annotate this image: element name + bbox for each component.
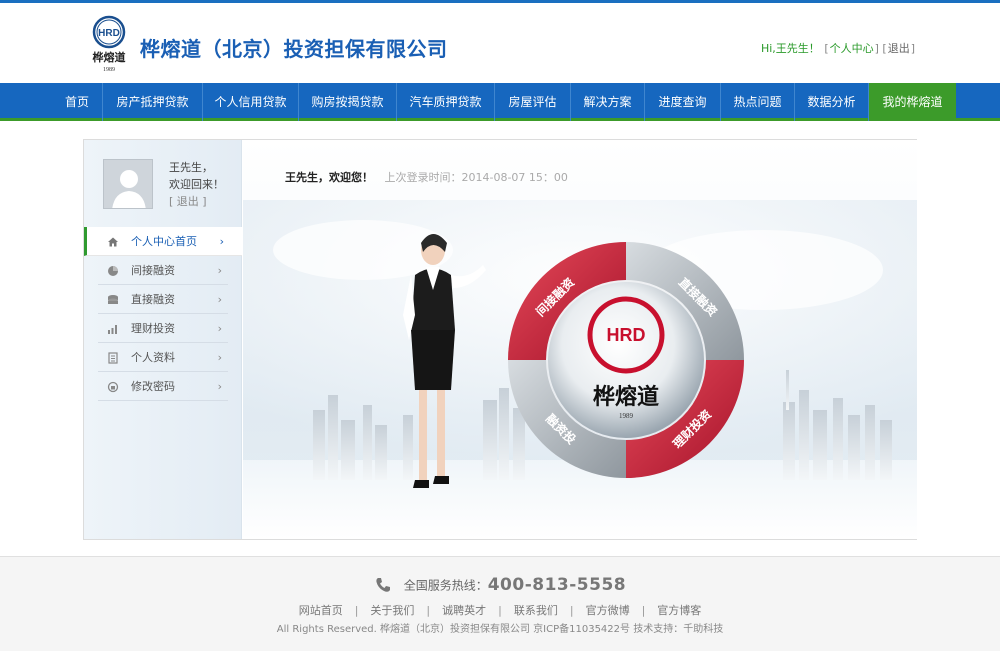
nav-item-0[interactable]: 首页 xyxy=(52,83,102,121)
hotline-number[interactable]: 400-813-5558 xyxy=(488,575,626,595)
finance-ring-graphic: HRD 桦熔道 1989 间接融资 直接融资 理财投资 融资投 xyxy=(508,242,744,478)
company-name: 桦熔道（北京）投资担保有限公司 xyxy=(140,37,448,61)
sidebar-menu: 个人中心首页 › 间接融资 › 直接融资 › 理财投资 › 个人资料 › 修改密码 › xyxy=(84,227,242,401)
phone-icon xyxy=(376,578,390,592)
svg-text:HRD: HRD xyxy=(98,28,120,39)
chevron-right-icon: › xyxy=(217,380,222,393)
svg-text:1989: 1989 xyxy=(103,67,115,73)
sidebar-item-label: 个人资料 xyxy=(131,351,175,364)
hero-illustration: HRD 桦熔道 1989 间接融资 直接融资 理财投资 融资投 xyxy=(243,200,917,488)
nav-item-4[interactable]: 汽车质押贷款 xyxy=(396,83,494,121)
nav-item-2[interactable]: 个人信用贷款 xyxy=(202,83,298,121)
footer-link-separator: | xyxy=(569,604,574,617)
footer-link-0[interactable]: 网站首页 xyxy=(299,604,343,617)
nav-item-6[interactable]: 解决方案 xyxy=(570,83,644,121)
sidebar-item-label: 理财投资 xyxy=(131,322,175,335)
chevron-right-icon: › xyxy=(217,322,222,335)
nav-item-3[interactable]: 购房按揭贷款 xyxy=(298,83,396,121)
user-center-link[interactable]: 个人中心 xyxy=(830,42,874,55)
chevron-right-icon: › xyxy=(217,293,222,306)
welcome-line: 王先生，欢迎您！ 上次登录时间：2014-08-07 15：00 xyxy=(285,169,568,185)
sidebar: 王先生， 欢迎回来！ [ 退出 ] 个人中心首页 › 间接融资 › 直接融资 › 理财投资 ›… xyxy=(84,140,242,539)
site-header: HRD 桦熔道 1989 桦熔道（北京）投资担保有限公司 Hi,王先生！ [个人… xyxy=(0,3,1000,83)
pie-chart-icon xyxy=(108,266,118,276)
ring-logo-year: 1989 xyxy=(619,412,634,420)
nav-item-1[interactable]: 房产抵押贷款 xyxy=(102,83,202,121)
user-greeting: Hi,王先生！ xyxy=(760,42,820,55)
nav-item-7[interactable]: 进度查询 xyxy=(644,83,720,121)
bar-chart-icon xyxy=(108,325,117,334)
nav-item-5[interactable]: 房屋评估 xyxy=(494,83,570,121)
sidebar-item-2[interactable]: 直接融资 › xyxy=(98,285,228,314)
main-nav: 首页 房产抵押贷款 个人信用贷款 购房按揭贷款 汽车质押贷款 房屋评估 解决方案 进度查询 热点… xyxy=(0,83,1000,121)
company-logo[interactable]: HRD 桦熔道 1989 xyxy=(88,15,130,73)
sidebar-item-label: 直接融资 xyxy=(131,293,175,306)
sidebar-item-3[interactable]: 理财投资 › xyxy=(98,314,228,343)
main-content: HRD 桦熔道 1989 间接融资 直接融资 理财投资 融资投 王先生，欢迎您！… xyxy=(243,140,917,539)
sidebar-user-name: 王先生， xyxy=(169,161,213,174)
sidebar-welcome-back: 欢迎回来！ xyxy=(169,178,224,191)
sidebar-item-1[interactable]: 间接融资 › xyxy=(98,256,228,285)
home-icon xyxy=(108,237,118,247)
hotline: 全国服务热线：400-813-5558 xyxy=(0,575,1000,595)
site-footer: 全国服务热线：400-813-5558 网站首页 | 关于我们 | 诚聘英才 | 联系我们 |… xyxy=(0,557,1000,651)
user-links: Hi,王先生！ [个人中心] [退出] xyxy=(760,42,915,55)
user-silhouette-icon xyxy=(104,160,152,208)
copyright: All Rights Reserved. 桦熔道（北京）投资担保有限公司 京IC… xyxy=(276,624,724,635)
footer-link-separator: | xyxy=(641,604,646,617)
sidebar-greeting: 王先生， 欢迎回来！ [ 退出 ] xyxy=(169,159,224,210)
welcome-text: 王先生，欢迎您！ xyxy=(285,171,373,184)
footer-link-separator: | xyxy=(354,604,359,617)
sidebar-item-5[interactable]: 修改密码 › xyxy=(98,372,228,401)
nav-items: 首页 房产抵押贷款 个人信用贷款 购房按揭贷款 汽车质押贷款 房屋评估 解决方案 进度查询 热点… xyxy=(52,83,956,121)
chevron-right-icon: › xyxy=(219,235,224,248)
sidebar-item-label: 个人中心首页 xyxy=(131,235,197,248)
footer-link-separator: | xyxy=(426,604,431,617)
sidebar-item-4[interactable]: 个人资料 › xyxy=(98,343,228,372)
ring-logo-text: HRD xyxy=(607,325,646,345)
footer-link-1[interactable]: 关于我们 xyxy=(370,604,414,617)
sidebar-item-label: 间接融资 xyxy=(131,264,175,277)
chevron-right-icon: › xyxy=(217,264,222,277)
footer-link-5[interactable]: 官方博客 xyxy=(657,604,701,617)
nav-item-10[interactable]: 我的桦熔道 xyxy=(868,83,956,121)
nav-item-8[interactable]: 热点问题 xyxy=(720,83,794,121)
sidebar-logout-link[interactable]: [ 退出 ] xyxy=(169,193,224,210)
svg-text:桦熔道: 桦熔道 xyxy=(92,50,126,64)
chevron-right-icon: › xyxy=(217,351,222,364)
last-login-time: 上次登录时间：2014-08-07 15：00 xyxy=(384,171,568,184)
user-center-panel: 王先生， 欢迎回来！ [ 退出 ] 个人中心首页 › 间接融资 › 直接融资 › 理财投资 ›… xyxy=(83,139,917,540)
nav-item-9[interactable]: 数据分析 xyxy=(794,83,868,121)
lock-refresh-icon xyxy=(107,381,119,393)
sidebar-item-0[interactable]: 个人中心首页 › xyxy=(84,227,242,256)
footer-link-4[interactable]: 官方微博 xyxy=(586,604,630,617)
coins-stack-icon xyxy=(108,295,118,304)
footer-link-2[interactable]: 诚聘英才 xyxy=(442,604,486,617)
footer-links: 网站首页 | 关于我们 | 诚聘英才 | 联系我们 | 官方微博 | 官方博客 xyxy=(0,602,1000,618)
ring-logo-name: 桦熔道 xyxy=(593,384,659,410)
avatar[interactable] xyxy=(103,159,153,209)
footer-link-3[interactable]: 联系我们 xyxy=(514,604,558,617)
footer-link-separator: | xyxy=(498,604,502,617)
sidebar-item-label: 修改密码 xyxy=(131,380,175,393)
logout-link[interactable]: 退出 xyxy=(888,42,910,55)
document-icon xyxy=(108,352,118,364)
hotline-label: 全国服务热线： xyxy=(403,578,488,593)
